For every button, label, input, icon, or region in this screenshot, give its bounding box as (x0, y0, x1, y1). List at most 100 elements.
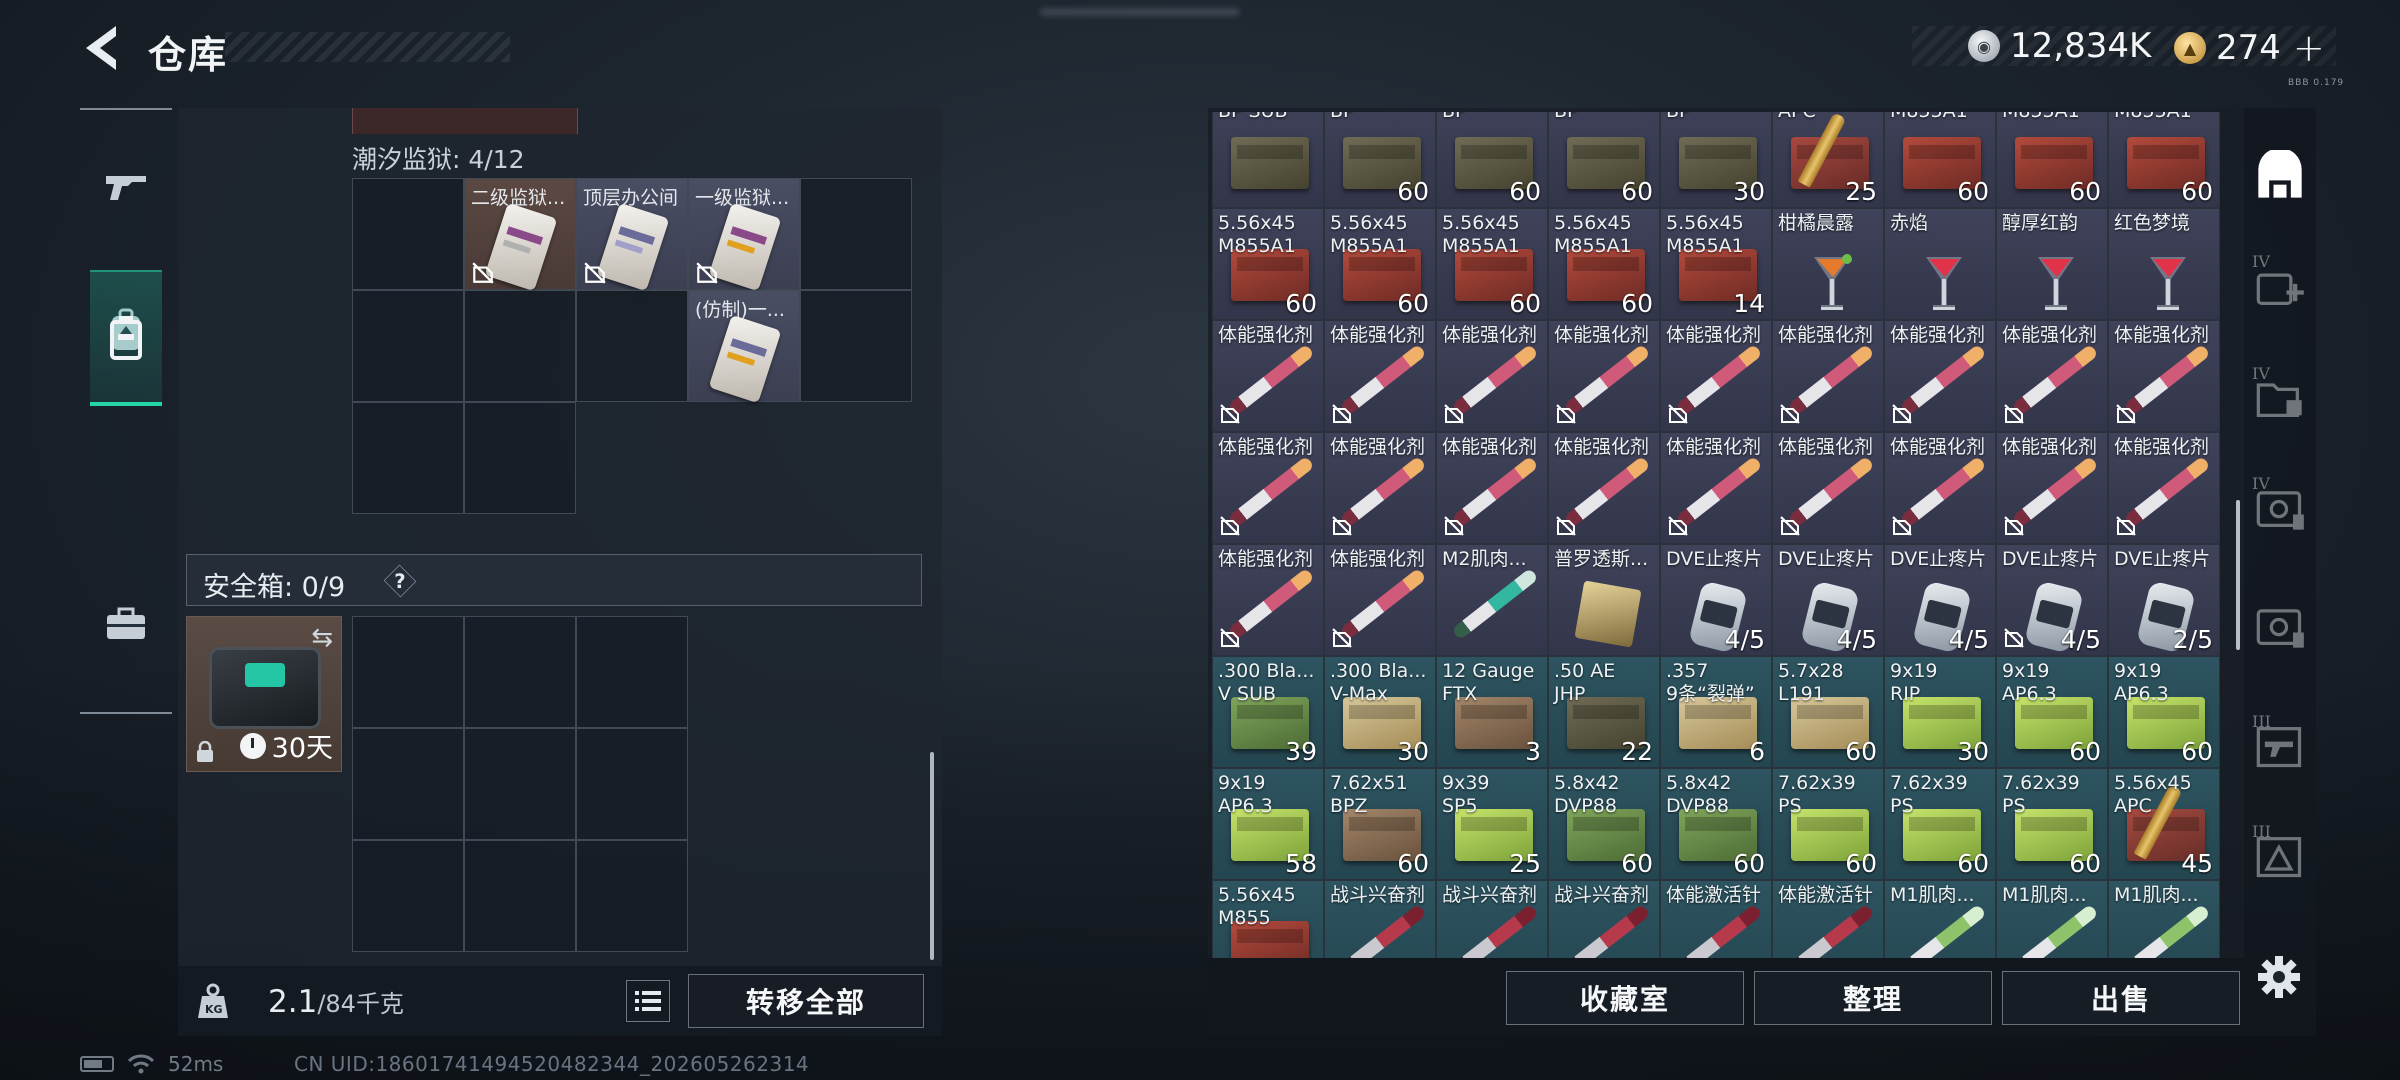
grid-slot[interactable] (464, 290, 576, 402)
grid-slot[interactable] (352, 290, 464, 402)
grid-slot[interactable] (352, 178, 464, 290)
inventory-item[interactable]: 体能强化剂 (1548, 432, 1660, 544)
inventory-item[interactable]: 战斗兴奋剂 (1436, 880, 1548, 958)
keycard-item[interactable]: (仿制)一... (688, 290, 800, 404)
grid-slot[interactable] (800, 178, 912, 290)
inventory-item[interactable]: 体能强化剂 (1548, 320, 1660, 432)
inventory-item[interactable]: 体能强化剂 (1996, 432, 2108, 544)
inventory-item[interactable]: BP 60 (1436, 112, 1548, 208)
inventory-item[interactable]: DVE止疼片 4/5 (1660, 544, 1772, 656)
inventory-item[interactable]: DVE止疼片 2/5 (2108, 544, 2220, 656)
category-medkit[interactable]: IV (2252, 252, 2308, 314)
inventory-item[interactable]: 9x19 AP6.3 60 (2108, 656, 2220, 768)
inventory-item[interactable]: 体能强化剂 (1884, 432, 1996, 544)
inventory-item[interactable]: 体能激活针 (1772, 880, 1884, 958)
inventory-viewport[interactable]: BP SUBBP60BP60BP60BP30APC25M855A160M855A… (1212, 112, 2222, 958)
inventory-item[interactable]: M1肌肉... (1996, 880, 2108, 958)
inventory-item[interactable]: 5.56x45 M855A1 60 (1548, 208, 1660, 320)
inventory-item[interactable]: BP 60 (1548, 112, 1660, 208)
inventory-item[interactable]: 体能激活针 (1660, 880, 1772, 958)
safe-box-item[interactable]: ⇆ 30天 (186, 616, 342, 772)
inventory-item[interactable]: BP 30 (1660, 112, 1772, 208)
inventory-item[interactable]: 体能强化剂 (1660, 432, 1772, 544)
inventory-item[interactable]: 体能强化剂 (2108, 320, 2220, 432)
keycard-item[interactable]: 二级监狱... (464, 178, 576, 292)
inventory-item[interactable]: .357 9条“裂弹” 6 (1660, 656, 1772, 768)
safe-slot[interactable] (576, 728, 688, 840)
safe-slot[interactable] (352, 616, 464, 728)
sell-button[interactable]: 出售 (2002, 971, 2240, 1025)
back-arrow-icon[interactable] (78, 22, 128, 74)
category-folder[interactable]: IV (2252, 364, 2308, 426)
inventory-item[interactable]: 体能强化剂 (1996, 320, 2108, 432)
inventory-item[interactable]: 12 Gauge FTX 3 (1436, 656, 1548, 768)
gold-currency[interactable]: ▲ 274 + (2174, 26, 2325, 70)
inventory-item[interactable]: M855A1 60 (1996, 112, 2108, 208)
inventory-item[interactable]: 体能强化剂 (1212, 544, 1324, 656)
inventory-item[interactable]: 7.62x39 PS 60 (1772, 768, 1884, 880)
inventory-item[interactable]: DVE止疼片 4/5 (1772, 544, 1884, 656)
inventory-item[interactable]: 9x19 AP6.3 58 (1212, 768, 1324, 880)
inventory-item[interactable]: 5.8x42 DVP88 60 (1660, 768, 1772, 880)
transfer-all-button[interactable]: 转移全部 (688, 974, 924, 1028)
category-safe[interactable]: IV (2252, 474, 2308, 536)
inventory-item[interactable]: 体能强化剂 (2108, 432, 2220, 544)
inventory-item[interactable]: 体能强化剂 (1660, 320, 1772, 432)
inventory-item[interactable]: 体能强化剂 (1436, 320, 1548, 432)
keycard-item[interactable]: 顶层办公间 (576, 178, 688, 292)
swap-icon[interactable]: ⇆ (311, 623, 333, 653)
inventory-item[interactable]: DVE止疼片 4/5 (1884, 544, 1996, 656)
inventory-item[interactable]: 5.56x45 M855 (1212, 880, 1324, 958)
inventory-item[interactable]: 7.62x51 BPZ 60 (1324, 768, 1436, 880)
inventory-item[interactable]: 体能强化剂 (1324, 432, 1436, 544)
inventory-item[interactable]: 赤焰 (1884, 208, 1996, 320)
inventory-item[interactable]: 普罗透斯... (1548, 544, 1660, 656)
inventory-scrollbar[interactable] (2236, 500, 2240, 650)
category-gun-rack[interactable]: III (2252, 712, 2308, 774)
inventory-item[interactable]: M2肌肉... (1436, 544, 1548, 656)
help-button[interactable]: ? (383, 564, 417, 598)
inventory-item[interactable]: BP 60 (1324, 112, 1436, 208)
inventory-item[interactable]: 5.56x45 M855A1 60 (1212, 208, 1324, 320)
inventory-item[interactable]: 5.7x28 L191 60 (1772, 656, 1884, 768)
inventory-item[interactable]: 醇厚红韵 (1996, 208, 2108, 320)
safe-slot[interactable] (464, 616, 576, 728)
inventory-item[interactable]: 7.62x39 PS 60 (1884, 768, 1996, 880)
nav-container[interactable] (90, 270, 162, 406)
inventory-item[interactable]: 体能强化剂 (1324, 544, 1436, 656)
inventory-item[interactable]: 9x19 AP6.3 60 (1996, 656, 2108, 768)
category-triangle-box[interactable]: III (2252, 822, 2308, 884)
category-warehouse[interactable] (2252, 148, 2308, 204)
safe-slot[interactable] (576, 616, 688, 728)
container-scrollbar[interactable] (930, 752, 934, 960)
inventory-item[interactable]: 体能强化剂 (1212, 320, 1324, 432)
gear-icon[interactable] (2256, 954, 2302, 1000)
inventory-item[interactable]: 战斗兴奋剂 (1548, 880, 1660, 958)
inventory-item[interactable]: APC 25 (1772, 112, 1884, 208)
inventory-item[interactable]: 体能强化剂 (1772, 432, 1884, 544)
inventory-item[interactable]: M855A1 60 (2108, 112, 2220, 208)
inventory-item[interactable]: BP SUB (1212, 112, 1324, 208)
safe-slot[interactable] (464, 840, 576, 952)
grid-slot[interactable] (352, 402, 464, 514)
inventory-item[interactable]: 5.56x45 M855A1 60 (1436, 208, 1548, 320)
inventory-item[interactable]: 体能强化剂 (1884, 320, 1996, 432)
inventory-item[interactable]: 7.62x39 PS 60 (1996, 768, 2108, 880)
inventory-item[interactable]: M855A1 60 (1884, 112, 1996, 208)
inventory-item[interactable]: 柑橘晨露 (1772, 208, 1884, 320)
safe-slot[interactable] (352, 840, 464, 952)
grid-slot[interactable] (464, 402, 576, 514)
inventory-item[interactable]: M1肌肉... (2108, 880, 2220, 958)
nav-briefcase[interactable] (90, 588, 162, 660)
grid-slot[interactable] (800, 290, 912, 402)
add-currency-button[interactable]: + (2293, 26, 2325, 70)
grid-slot[interactable] (576, 290, 688, 402)
safe-slot[interactable] (464, 728, 576, 840)
inventory-item[interactable]: 体能强化剂 (1772, 320, 1884, 432)
inventory-item[interactable]: 体能强化剂 (1436, 432, 1548, 544)
inventory-item[interactable]: 9x19 RIP 30 (1884, 656, 1996, 768)
safe-slot[interactable] (352, 728, 464, 840)
inventory-item[interactable]: 5.56x45 M855A1 14 (1660, 208, 1772, 320)
inventory-item[interactable]: M1肌肉... (1884, 880, 1996, 958)
category-safe[interactable] (2252, 598, 2308, 654)
